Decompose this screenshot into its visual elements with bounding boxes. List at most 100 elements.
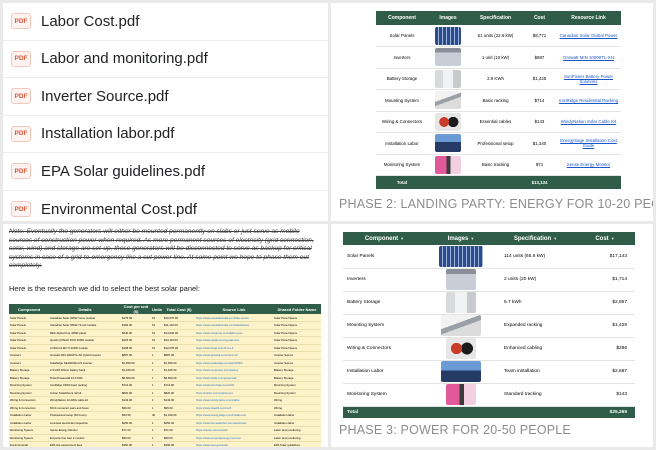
table-row: Inverters 2 units (20 kW) $1,714 xyxy=(343,268,635,292)
table-cell[interactable]: https://www.solaredge.com/se10000h xyxy=(195,359,273,367)
table-cell: Wiring & Connectors xyxy=(9,396,49,405)
file-row[interactable]: PDF Inverter Source.pdf xyxy=(3,78,328,116)
spec-cell: Expanded racking xyxy=(496,314,575,338)
file-name[interactable]: Labor Cost.pdf xyxy=(41,13,139,30)
table-cell[interactable]: https://www.sunpower.com/battery xyxy=(195,366,273,375)
table-cell: Tesla Powerwall 13.5 kWh xyxy=(49,374,121,382)
table-cell: Installation labor xyxy=(273,411,321,420)
chevron-down-icon[interactable]: ▼ xyxy=(470,236,474,241)
phase3-panel: Component ▼ Images ▼ Specification ▼ Cost ▼ … xyxy=(331,224,653,447)
resource-link[interactable]: Canadian Solar Global Power xyxy=(556,25,621,47)
file-name[interactable]: EPA Solar guidelines.pdf xyxy=(41,163,205,180)
table-cell[interactable]: https://www.energysage.com/install-cost xyxy=(195,411,273,420)
table-cell[interactable]: https://www.qcells.com/q-peak-duo xyxy=(195,336,273,345)
table-cell: 61 xyxy=(151,329,163,337)
table-cell: Growatt MIN 10000TL-XH hybrid inverter xyxy=(49,351,121,360)
table-cell[interactable]: https://sense.com/monitor xyxy=(195,426,273,435)
file-row[interactable]: PDF Labor and monitoring.pdf xyxy=(3,41,328,78)
file-row[interactable]: PDF Labor Cost.pdf xyxy=(3,3,328,41)
column-header[interactable]: Component ▼ xyxy=(343,232,426,245)
image-cell xyxy=(428,132,468,155)
file-row[interactable]: PDF Installation labor.pdf xyxy=(3,116,328,153)
table-cell[interactable]: https://unirac.com/solarmount xyxy=(195,389,273,397)
image-cell xyxy=(428,89,468,112)
table-cell[interactable]: https://www.epa.gov/solar xyxy=(195,441,273,447)
spec-cell: 114 units (65.6 kW) xyxy=(496,245,575,269)
table-cell[interactable]: https://www.growatt.com/min-tl-xh xyxy=(195,351,273,360)
component-cell: Monitoring System xyxy=(343,383,426,407)
column-header[interactable]: Images ▼ xyxy=(426,232,496,245)
resource-link[interactable]: Growatt MIN 10000TL-XH xyxy=(556,46,621,69)
cost-cell: $2,687 xyxy=(575,360,635,384)
table-cell[interactable]: https://www.ironridge.com/xr10 xyxy=(195,381,273,390)
column-header[interactable]: Cost ▼ xyxy=(575,232,635,245)
table-cell[interactable]: https://www.staubli.com/mc4 xyxy=(195,404,273,412)
chevron-down-icon[interactable]: ▼ xyxy=(553,236,557,241)
table-cell: 61 xyxy=(151,336,163,345)
spec-cell: 2 units (20 kW) xyxy=(496,268,575,292)
table-cell: 40 xyxy=(151,411,163,420)
phase2-cost-table: Component Images Specification Cost Reso… xyxy=(376,11,621,189)
resource-link[interactable]: IronRidge Residential Racking xyxy=(556,89,621,112)
table-cell[interactable]: https://www.canadiansolar.com/datasheets xyxy=(195,321,273,330)
chevron-down-icon[interactable]: ▼ xyxy=(611,236,615,241)
table-cell: 1 xyxy=(151,396,163,405)
cost-cell: $286 xyxy=(575,337,635,361)
table-cell[interactable]: https://www.longi.com/hi-mo-5 xyxy=(195,344,273,352)
image-cell xyxy=(428,46,468,69)
installer-photo xyxy=(441,361,481,382)
file-name[interactable]: Inverter Source.pdf xyxy=(41,88,169,105)
resource-link[interactable]: EnergySage Installation Cost Guide xyxy=(556,132,621,155)
table-cell: Labor and monitoring xyxy=(273,426,321,435)
table-cell: Inverters xyxy=(9,359,49,367)
column-header[interactable]: Specification ▼ xyxy=(496,232,575,245)
research-panel: Note: Eventually the generators will eit… xyxy=(3,224,328,447)
table-cell: $10,675.00 xyxy=(163,314,195,322)
table-cell[interactable]: https://www.homeadvisor.com/electrician xyxy=(195,419,273,427)
table-cell: Battery Storage xyxy=(273,366,321,375)
table-cell[interactable]: https://www.recgroup.com/alpha-pure xyxy=(195,329,273,337)
spec-cell: Team installation xyxy=(496,360,575,384)
table-cell: Installation Labor xyxy=(9,411,49,420)
solar-research-table: Component Details Cost per unit ($) Unit… xyxy=(9,304,321,447)
table-cell: $1,425.00 xyxy=(121,366,151,375)
file-name[interactable]: Installation labor.pdf xyxy=(41,125,174,142)
chevron-down-icon[interactable]: ▼ xyxy=(400,236,404,241)
cost-cell: $143 xyxy=(523,111,556,133)
table-cell: $714.00 xyxy=(163,381,195,390)
table-cell: Solar Panel Specs xyxy=(273,336,321,345)
table-row: Mounting System Expanded racking $1,429 xyxy=(343,314,635,338)
table-cell[interactable]: https://www.windynation.com/cable xyxy=(195,396,273,405)
component-cell: Solar Panels xyxy=(343,245,426,269)
resource-link[interactable]: WindyNation Solar Cable Kit xyxy=(556,111,621,133)
column-header: Specification xyxy=(468,11,523,25)
table-cell: 61 xyxy=(151,321,163,330)
spec-cell: Basic tracking xyxy=(468,154,523,176)
table-cell: $175.00 xyxy=(121,314,151,322)
table-cell[interactable]: https://www.tesla.com/powerwall xyxy=(195,374,273,382)
file-name[interactable]: Labor and monitoring.pdf xyxy=(41,50,208,67)
table-cell[interactable]: https://www.canadiansolar.com/hiku-serie… xyxy=(195,314,273,322)
file-row[interactable]: PDF EPA Solar guidelines.pdf xyxy=(3,153,328,191)
cost-cell: $71 xyxy=(523,154,556,176)
column-header: Component xyxy=(9,304,49,314)
table-row: Mounting System Basic racking $714 IronR… xyxy=(376,89,621,112)
file-row[interactable]: PDF Environmental Cost.pdf xyxy=(3,191,328,222)
file-name[interactable]: Environmental Cost.pdf xyxy=(41,201,197,218)
table-cell: Solar Panel Specs xyxy=(273,314,321,322)
solar-panels-photo xyxy=(439,245,483,267)
cost-cell: $17,143 xyxy=(575,245,635,269)
resource-link[interactable]: SunPower Battery Power Solutions xyxy=(556,68,621,90)
table-cell: EPA site assessment fees xyxy=(49,441,121,447)
image-cell xyxy=(426,291,496,315)
component-cell: Wiring & Connectors xyxy=(343,337,426,361)
resource-link[interactable]: Sense Energy Monitor xyxy=(556,154,621,176)
table-cell: Sense Energy Monitor xyxy=(49,426,121,435)
table-cell: Solar Panel Specs xyxy=(273,329,321,337)
table-row: Installation Labor Professional setup $1… xyxy=(376,132,621,155)
cost-cell: $1,714 xyxy=(575,268,635,292)
table-row: Inverters 1 unit (10 kW) $887 Growatt MI… xyxy=(376,46,621,69)
monitor-photo xyxy=(435,155,461,174)
table-cell: Inverter Source xyxy=(273,359,321,367)
table-cell[interactable]: https://www.emporiaenergy.com/vue xyxy=(195,434,273,442)
